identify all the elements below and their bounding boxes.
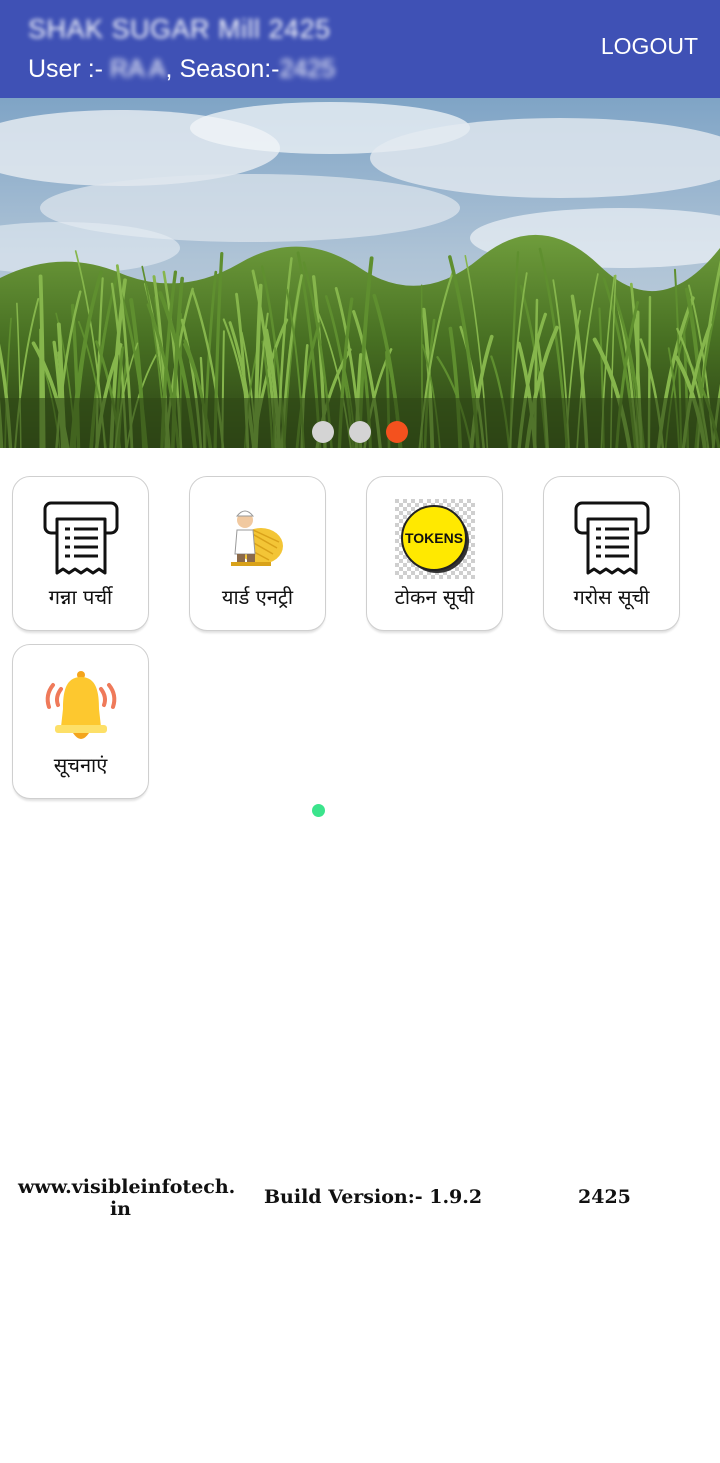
- banner-carousel[interactable]: [0, 98, 720, 448]
- carousel-dot-1[interactable]: [312, 421, 334, 443]
- tile-ganna-parchi[interactable]: गन्ना पर्ची: [12, 476, 149, 631]
- receipt-icon: [13, 497, 148, 581]
- website-line-1: www.visibleinfotech.: [18, 1176, 236, 1198]
- user-prefix: User :-: [28, 55, 110, 83]
- farmer-icon: [190, 497, 325, 581]
- bell-icon: [13, 665, 148, 749]
- tile-yard-entry[interactable]: यार्ड एनट्री: [189, 476, 326, 631]
- user-name-masked: RA A: [109, 55, 166, 83]
- logout-button[interactable]: LOGOUT: [601, 33, 698, 60]
- sugarcane-field-image: [0, 98, 720, 448]
- user-season-line: User :- RA A, Season:-2425: [28, 55, 335, 84]
- season-masked: 2425: [279, 55, 336, 83]
- tile-label: गन्ना पर्ची: [48, 585, 113, 609]
- tile-gross-list[interactable]: गरोस सूची: [543, 476, 680, 631]
- tokens-icon-text: TOKENS: [404, 530, 462, 546]
- tokens-icon: TOKENS: [367, 497, 502, 581]
- tile-label: गरोस सूची: [573, 585, 650, 609]
- tile-label: टोकन सूची: [394, 585, 475, 609]
- receipt-icon: [544, 497, 679, 581]
- website-line-2: in: [109, 1198, 132, 1220]
- status-dot: [312, 804, 325, 817]
- carousel-indicators: [0, 421, 720, 445]
- tile-notifications[interactable]: सूचनाएं: [12, 644, 149, 799]
- footer-website: www.visibleinfotech. in: [18, 1176, 236, 1220]
- tile-label: यार्ड एनट्री: [221, 585, 294, 609]
- carousel-dot-2[interactable]: [349, 421, 371, 443]
- app-bar: SHAK SUGAR Mill 2425 User :- RA A, Seaso…: [0, 0, 720, 98]
- tile-label: सूचनाएं: [53, 753, 108, 777]
- footer-build-version: Build Version:- 1.9.2: [264, 1186, 483, 1208]
- app-title: SHAK SUGAR Mill 2425: [28, 14, 331, 44]
- carousel-dot-3[interactable]: [386, 421, 408, 443]
- season-label: , Season:-: [165, 55, 280, 83]
- footer-season-code: 2425: [578, 1186, 631, 1208]
- tile-token-list[interactable]: TOKENS टोकन सूची: [366, 476, 503, 631]
